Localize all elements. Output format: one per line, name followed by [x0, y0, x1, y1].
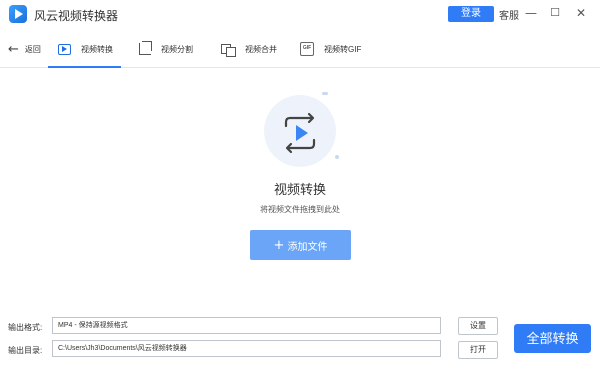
decoration-dash: [322, 92, 328, 95]
output-format-field[interactable]: MP4 - 保持源视频格式: [52, 317, 441, 334]
back-button[interactable]: ← 返回: [8, 30, 41, 68]
minimize-icon[interactable]: —: [522, 4, 540, 22]
app-title: 风云视频转换器: [34, 9, 119, 23]
app-logo-icon: [9, 5, 27, 23]
title-bar: 风云视频转换器 登录 客服 — ☐ ✕: [0, 0, 600, 28]
crop-icon: [139, 41, 152, 55]
tab-video-to-gif[interactable]: GIF 视频转GIF: [300, 30, 361, 68]
settings-button[interactable]: 设置: [458, 317, 498, 335]
tab-video-merge[interactable]: 视频合并: [221, 30, 277, 68]
drop-zone-hint: 将视频文件拖拽到此处: [260, 205, 340, 214]
open-folder-button[interactable]: 打开: [458, 341, 498, 359]
output-dir-label: 输出目录:: [8, 346, 43, 355]
add-file-button[interactable]: + 添加文件: [250, 230, 351, 260]
maximize-icon[interactable]: ☐: [546, 4, 564, 22]
back-label: 返回: [24, 44, 41, 54]
convert-all-button[interactable]: 全部转换: [514, 324, 591, 353]
nav-bar: ← 返回 视频转换 视频分割 视频合并 GIF 视频转GIF: [0, 30, 600, 68]
video-convert-icon: [58, 43, 71, 55]
output-format-label: 输出格式:: [8, 323, 43, 332]
tab-label: 视频分割: [161, 44, 193, 54]
tab-label: 视频合并: [245, 44, 277, 54]
merge-icon: [221, 43, 236, 57]
plus-icon: +: [273, 237, 285, 253]
decoration-dot: [335, 155, 339, 159]
customer-service-link[interactable]: 客服: [499, 7, 519, 22]
tab-video-convert[interactable]: 视频转换: [48, 30, 121, 68]
login-button[interactable]: 登录: [448, 6, 494, 22]
tab-video-split[interactable]: 视频分割: [139, 30, 193, 68]
gif-icon: GIF: [300, 42, 314, 56]
drop-zone-title: 视频转换: [273, 182, 326, 197]
close-icon[interactable]: ✕: [572, 4, 590, 22]
output-dir-field[interactable]: C:\Users\Jh3\Documents\风云视频转换器: [52, 340, 441, 357]
video-convert-large-icon: [284, 112, 316, 154]
tab-label: 视频转换: [81, 44, 113, 54]
back-arrow-icon: ←: [8, 41, 19, 57]
tab-label: 视频转GIF: [324, 44, 362, 54]
add-file-label: 添加文件: [287, 241, 328, 253]
